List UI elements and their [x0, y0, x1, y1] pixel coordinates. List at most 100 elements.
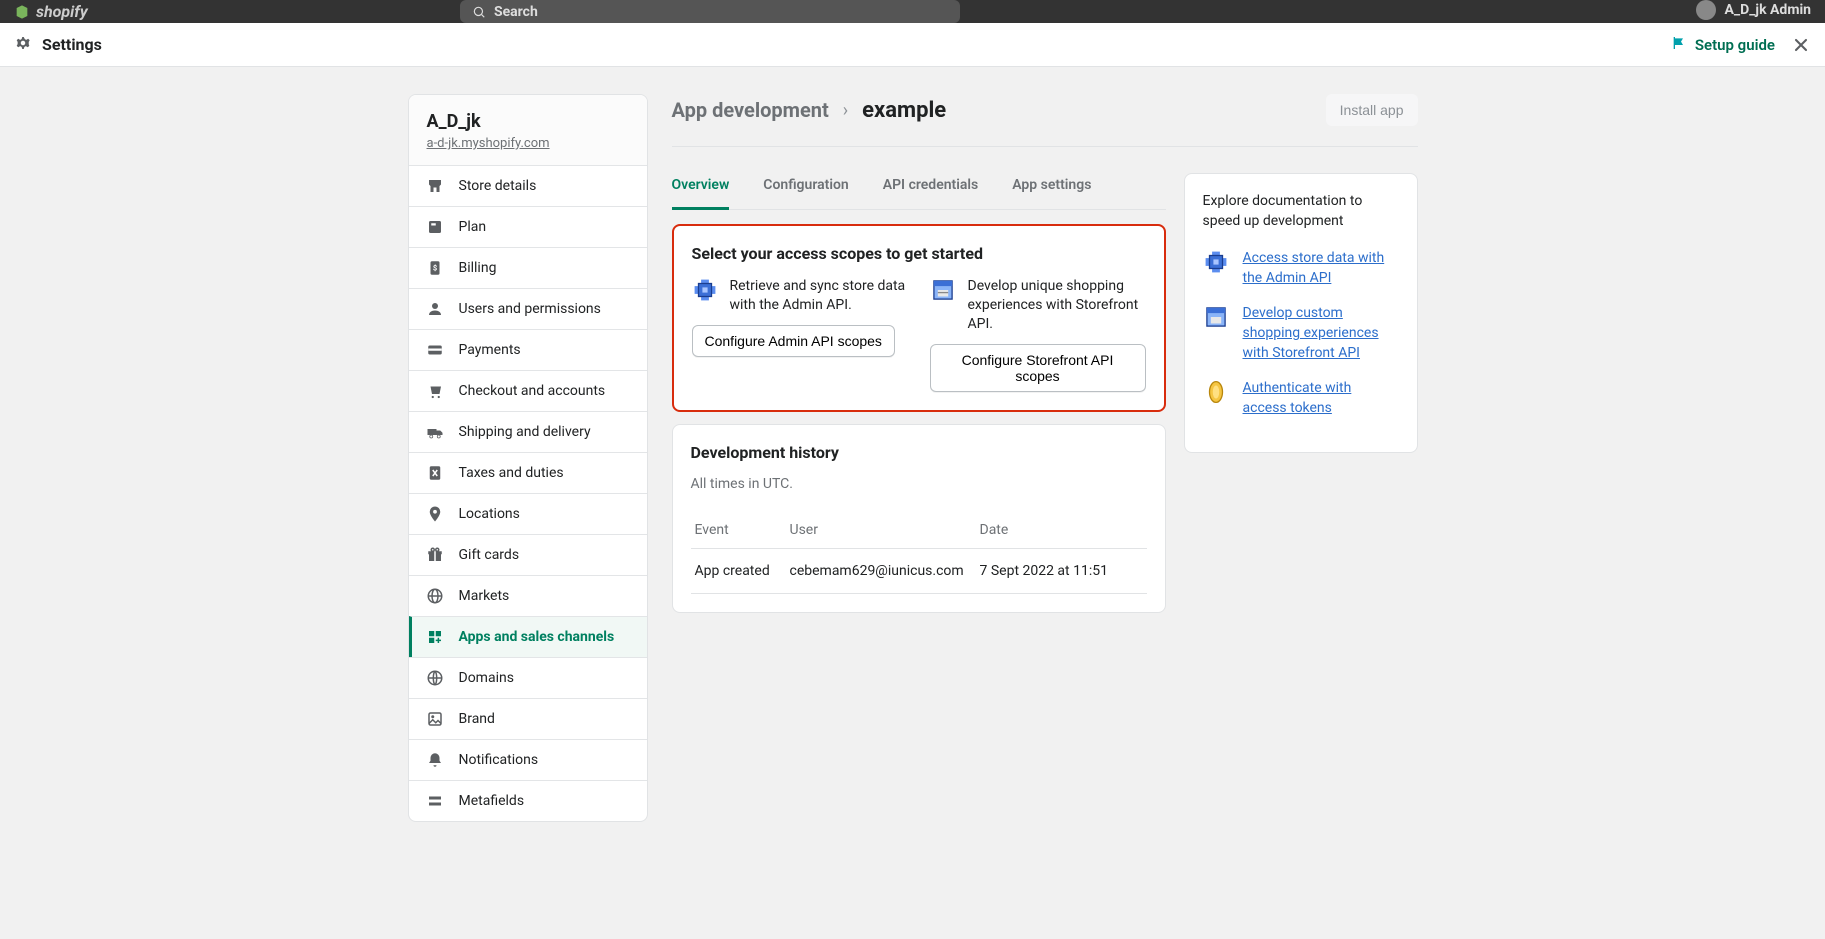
- sidebar-item-label: Domains: [459, 670, 514, 686]
- flag-icon: [1671, 35, 1687, 55]
- settings-title: Settings: [42, 35, 102, 54]
- history-header-date: Date: [980, 522, 1143, 538]
- tab-api-credentials[interactable]: API credentials: [883, 173, 979, 210]
- brand-icon: [425, 709, 445, 729]
- history-cell-user: cebemam629@iunicus.com: [790, 563, 980, 579]
- divider: [672, 146, 1418, 147]
- history-row: App createdcebemam629@iunicus.com7 Sept …: [691, 549, 1147, 594]
- doc-link-row: Access store data with the Admin API: [1203, 249, 1399, 288]
- background-admin-bar: shopify Search A_D_jk Admin: [0, 0, 1825, 23]
- sidebar-item-brand[interactable]: Brand: [409, 698, 647, 739]
- user-menu: A_D_jk Admin: [1696, 0, 1811, 20]
- gear-icon: [14, 34, 32, 56]
- storefront-api-desc: Develop unique shopping experiences with…: [968, 277, 1146, 334]
- sidebar-item-taxes-and-duties[interactable]: Taxes and duties: [409, 452, 647, 493]
- doc-pixel-icon: [1203, 304, 1229, 330]
- locations-icon: [425, 504, 445, 524]
- tab-app-settings[interactable]: App settings: [1012, 173, 1091, 210]
- markets-icon: [425, 586, 445, 606]
- close-button[interactable]: [1791, 35, 1811, 55]
- admin-api-desc: Retrieve and sync store data with the Ad…: [730, 277, 908, 315]
- doc-link-row: Authenticate with access tokens: [1203, 379, 1399, 418]
- sidebar-item-label: Shipping and delivery: [459, 424, 591, 440]
- gift-icon: [425, 545, 445, 565]
- sidebar-item-store-details[interactable]: Store details: [409, 165, 647, 206]
- sidebar-item-markets[interactable]: Markets: [409, 575, 647, 616]
- sidebar-item-domains[interactable]: Domains: [409, 657, 647, 698]
- configure-storefront-api-button[interactable]: Configure Storefront API scopes: [930, 344, 1146, 392]
- development-history-card: Development history All times in UTC. Ev…: [672, 424, 1166, 613]
- store-url-link[interactable]: a-d-jk.myshopify.com: [427, 136, 629, 151]
- plan-icon: [425, 217, 445, 237]
- sidebar-item-label: Store details: [459, 178, 537, 194]
- global-search: Search: [460, 0, 960, 23]
- sidebar-item-shipping-and-delivery[interactable]: Shipping and delivery: [409, 411, 647, 452]
- doc-pixel-icon: [1203, 379, 1229, 405]
- sidebar-item-label: Apps and sales channels: [459, 629, 615, 645]
- sidebar-item-label: Notifications: [459, 752, 539, 768]
- domains-icon: [425, 668, 445, 688]
- sidebar-item-payments[interactable]: Payments: [409, 329, 647, 370]
- doc-link[interactable]: Develop custom shopping experiences with…: [1243, 304, 1399, 363]
- history-cell-date: 7 Sept 2022 at 11:51: [980, 563, 1143, 579]
- setup-guide-link[interactable]: Setup guide: [1671, 35, 1775, 55]
- sidebar-item-label: Plan: [459, 219, 487, 235]
- sidebar-item-label: Taxes and duties: [459, 465, 564, 481]
- history-title: Development history: [691, 443, 1147, 462]
- admin-api-scope-block: Retrieve and sync store data with the Ad…: [692, 277, 908, 357]
- doc-link[interactable]: Access store data with the Admin API: [1243, 249, 1399, 288]
- sidebar-item-label: Locations: [459, 506, 520, 522]
- sidebar-item-locations[interactable]: Locations: [409, 493, 647, 534]
- shopify-logo: shopify: [14, 2, 88, 21]
- settings-header-bar: Settings Setup guide: [0, 23, 1825, 67]
- shipping-icon: [425, 422, 445, 442]
- metafields-icon: [425, 791, 445, 811]
- billing-icon: $: [425, 258, 445, 278]
- sidebar-item-label: Brand: [459, 711, 495, 727]
- gear-pixel-icon: [692, 277, 718, 303]
- svg-text:$: $: [432, 263, 436, 272]
- sidebar-item-billing[interactable]: $ Billing: [409, 247, 647, 288]
- history-cell-event: App created: [695, 563, 790, 579]
- store-icon: [425, 176, 445, 196]
- sidebar-item-label: Gift cards: [459, 547, 520, 563]
- sidebar-item-gift-cards[interactable]: Gift cards: [409, 534, 647, 575]
- tab-overview[interactable]: Overview: [672, 173, 730, 210]
- history-header-event: Event: [695, 522, 790, 538]
- payments-icon: [425, 340, 445, 360]
- taxes-icon: [425, 463, 445, 483]
- install-app-button[interactable]: Install app: [1326, 94, 1418, 126]
- store-name: A_D_jk: [427, 111, 629, 132]
- notifications-icon: [425, 750, 445, 770]
- breadcrumb-parent[interactable]: App development: [672, 98, 829, 122]
- sidebar-item-checkout-and-accounts[interactable]: Checkout and accounts: [409, 370, 647, 411]
- sidebar-item-users-and-permissions[interactable]: Users and permissions: [409, 288, 647, 329]
- sidebar-item-notifications[interactable]: Notifications: [409, 739, 647, 780]
- access-scopes-card: Select your access scopes to get started…: [672, 224, 1166, 412]
- scopes-card-title: Select your access scopes to get started: [692, 244, 1146, 263]
- sidebar-item-plan[interactable]: Plan: [409, 206, 647, 247]
- doc-link-row: Develop custom shopping experiences with…: [1203, 304, 1399, 363]
- sidebar-item-apps-and-sales-channels[interactable]: Apps and sales channels: [409, 616, 647, 657]
- tab-configuration[interactable]: Configuration: [763, 173, 848, 210]
- sidebar-item-label: Checkout and accounts: [459, 383, 606, 399]
- sidebar-item-label: Billing: [459, 260, 497, 276]
- sidebar-item-label: Payments: [459, 342, 521, 358]
- app-tabs: Overview Configuration API credentials App …: [672, 173, 1166, 210]
- history-header-user: User: [790, 522, 980, 538]
- apps-icon: [425, 627, 445, 647]
- documentation-card: Explore documentation to speed up develo…: [1184, 173, 1418, 453]
- settings-sidebar: A_D_jk a-d-jk.myshopify.com Store detail…: [408, 94, 648, 822]
- breadcrumb-current: example: [862, 98, 946, 123]
- doc-pixel-icon: [1203, 249, 1229, 275]
- doc-link[interactable]: Authenticate with access tokens: [1243, 379, 1399, 418]
- users-icon: [425, 299, 445, 319]
- breadcrumb-row: App development › example Install app: [672, 94, 1418, 126]
- history-subtext: All times in UTC.: [691, 476, 1147, 492]
- sidebar-item-label: Metafields: [459, 793, 525, 809]
- sidebar-item-metafields[interactable]: Metafields: [409, 780, 647, 821]
- configure-admin-api-button[interactable]: Configure Admin API scopes: [692, 325, 895, 357]
- history-table: Event User Date App createdcebemam629@iu…: [691, 512, 1147, 594]
- storefront-pixel-icon: [930, 277, 956, 303]
- docs-intro: Explore documentation to speed up develo…: [1203, 192, 1399, 231]
